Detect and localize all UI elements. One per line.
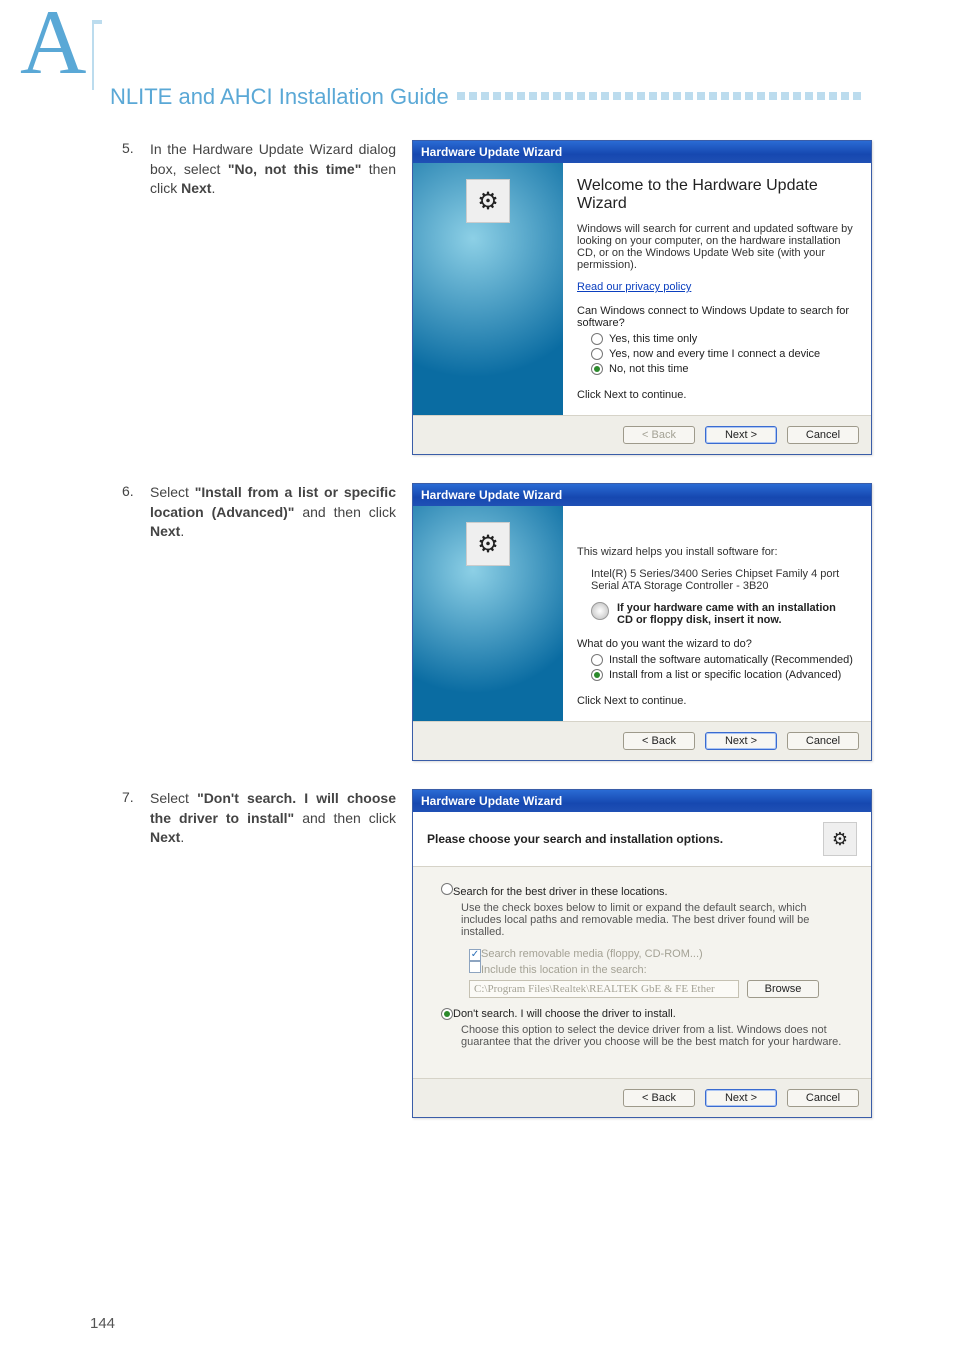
text: and then click <box>294 504 396 520</box>
radio-auto[interactable]: Install the software automatically (Reco… <box>591 654 853 666</box>
cancel-button[interactable]: Cancel <box>787 426 859 444</box>
radio-label: Yes, now and every time I connect a devi… <box>609 348 820 360</box>
step-text: Select "Install from a list or specific … <box>150 483 396 542</box>
dialog-title: Hardware Update Wizard <box>413 141 871 163</box>
radio-icon <box>591 333 603 345</box>
appendix-letter: A <box>20 6 86 80</box>
next-button[interactable]: Next > <box>705 426 777 444</box>
device-icon: ⚙ <box>466 522 510 566</box>
radio-yes-always[interactable]: Yes, now and every time I connect a devi… <box>591 348 853 360</box>
privacy-link[interactable]: Read our privacy policy <box>577 281 691 293</box>
text: and then click <box>294 810 396 826</box>
bold-text: Next <box>150 523 180 539</box>
wizard-dialog-1: Hardware Update Wizard ⚙ Welcome to the … <box>412 140 872 455</box>
back-button[interactable]: < Back <box>623 1089 695 1107</box>
radio-icon <box>591 669 603 681</box>
radio-label: Install from a list or specific location… <box>609 669 841 681</box>
radio-label: Yes, this time only <box>609 333 697 345</box>
text: Select <box>150 484 195 500</box>
radio-icon <box>591 348 603 360</box>
step-5: 5. In the Hardware Update Wizard dialog … <box>122 140 894 455</box>
cancel-button[interactable]: Cancel <box>787 732 859 750</box>
page-title: NLITE and AHCI Installation Guide <box>110 84 449 110</box>
bold-text: "No, not this time" <box>228 161 361 177</box>
wizard-dialog-3: Hardware Update Wizard Please choose you… <box>412 789 872 1118</box>
next-button[interactable]: Next > <box>705 732 777 750</box>
sheet-heading: Please choose your search and installati… <box>427 832 723 846</box>
next-button[interactable]: Next > <box>705 1089 777 1107</box>
wizard-heading: Welcome to the Hardware Update Wizard <box>577 177 853 213</box>
cd-note: If your hardware came with an installati… <box>617 602 853 626</box>
radio-label: Search for the best driver in these loca… <box>453 886 668 898</box>
decorative-dots <box>457 92 894 102</box>
chk-include-location: Include this location in the search: <box>469 961 843 976</box>
dont-search-desc: Choose this option to select the device … <box>461 1024 843 1048</box>
device-name: Intel(R) 5 Series/3400 Series Chipset Fa… <box>591 568 853 592</box>
wizard-question: Can Windows connect to Windows Update to… <box>577 305 853 329</box>
continue-note: Click Next to continue. <box>577 389 853 401</box>
radio-icon <box>591 654 603 666</box>
radio-label: Don't search. I will choose the driver t… <box>453 1008 676 1020</box>
step-number: 5. <box>122 140 150 156</box>
radio-label: No, not this time <box>609 363 688 375</box>
bold-text: Next <box>150 829 180 845</box>
step-7: 7. Select "Don't search. I will choose t… <box>122 789 894 1118</box>
back-button[interactable]: < Back <box>623 732 695 750</box>
path-input <box>469 980 739 998</box>
wizard-dialog-2: Hardware Update Wizard ⚙ This wizard hel… <box>412 483 872 761</box>
checkbox-icon <box>469 961 481 973</box>
device-icon: ⚙ <box>466 179 510 223</box>
step-text: In the Hardware Update Wizard dialog box… <box>150 140 396 199</box>
cancel-button[interactable]: Cancel <box>787 1089 859 1107</box>
checkbox-icon: ✓ <box>469 949 481 961</box>
radio-icon <box>441 1008 453 1020</box>
back-button: < Back <box>623 426 695 444</box>
continue-note: Click Next to continue. <box>577 695 853 707</box>
dialog-title: Hardware Update Wizard <box>413 790 871 812</box>
step-number: 6. <box>122 483 150 499</box>
wizard-question: What do you want the wizard to do? <box>577 638 853 650</box>
step-6: 6. Select "Install from a list or specif… <box>122 483 894 761</box>
checkbox-label: Search removable media (floppy, CD-ROM..… <box>481 948 703 960</box>
dialog-title: Hardware Update Wizard <box>413 484 871 506</box>
browse-button: Browse <box>747 980 819 998</box>
radio-advanced[interactable]: Install from a list or specific location… <box>591 669 853 681</box>
radio-yes-once[interactable]: Yes, this time only <box>591 333 853 345</box>
text: . <box>211 180 215 196</box>
radio-no[interactable]: No, not this time <box>591 363 853 375</box>
radio-icon <box>591 363 603 375</box>
device-icon: ⚙ <box>823 822 857 856</box>
radio-label: Install the software automatically (Reco… <box>609 654 853 666</box>
radio-search[interactable]: Search for the best driver in these loca… <box>441 883 843 898</box>
search-desc: Use the check boxes below to limit or ex… <box>461 902 843 938</box>
cd-icon <box>591 602 609 620</box>
help-text: This wizard helps you install software f… <box>577 546 853 558</box>
wizard-intro: Windows will search for current and upda… <box>577 223 853 271</box>
wizard-banner: ⚙ <box>413 163 563 415</box>
step-number: 7. <box>122 789 150 805</box>
radio-dont-search[interactable]: Don't search. I will choose the driver t… <box>441 1008 843 1020</box>
chk-removable: ✓Search removable media (floppy, CD-ROM.… <box>469 948 843 961</box>
checkbox-label: Include this location in the search: <box>481 964 647 976</box>
text: . <box>180 829 184 845</box>
text: . <box>180 523 184 539</box>
step-text: Select "Don't search. I will choose the … <box>150 789 396 848</box>
wizard-banner: ⚙ <box>413 506 563 721</box>
text: Select <box>150 790 197 806</box>
bold-text: Next <box>181 180 211 196</box>
decorative-bar <box>92 20 102 90</box>
page-number: 144 <box>90 1315 115 1332</box>
radio-icon <box>441 883 453 895</box>
